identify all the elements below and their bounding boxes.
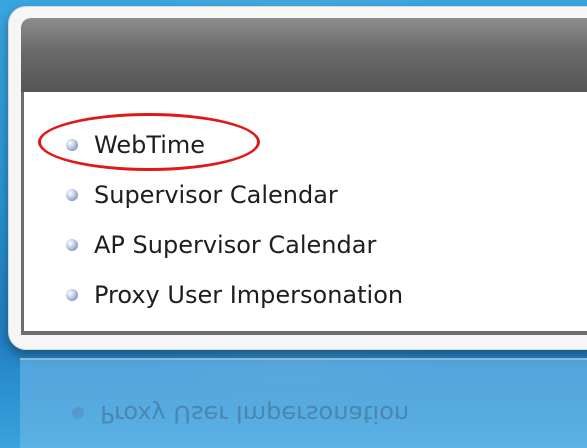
menu-list: WebTime Supervisor Calendar AP Superviso… bbox=[66, 120, 403, 320]
reflection-text: Proxy User Impersonation bbox=[72, 400, 409, 428]
bullet-icon bbox=[66, 189, 78, 201]
menu-item-ap-supervisor-calendar[interactable]: AP Supervisor Calendar bbox=[66, 220, 403, 270]
menu-item-supervisor-calendar[interactable]: Supervisor Calendar bbox=[66, 170, 403, 220]
menu-item-label: WebTime bbox=[94, 131, 206, 159]
bullet-icon bbox=[66, 139, 78, 151]
panel-header bbox=[21, 18, 587, 92]
bullet-icon bbox=[66, 239, 78, 251]
reflection-label: Proxy User Impersonation bbox=[100, 400, 410, 428]
menu-item-label: Proxy User Impersonation bbox=[94, 281, 404, 309]
menu-item-webtime[interactable]: WebTime bbox=[66, 120, 403, 170]
menu-item-proxy-user-impersonation[interactable]: Proxy User Impersonation bbox=[66, 270, 403, 320]
panel-body: WebTime Supervisor Calendar AP Superviso… bbox=[21, 92, 587, 335]
reflection-bullet-icon bbox=[72, 407, 84, 419]
panel-reflection: Proxy User Impersonation bbox=[20, 358, 587, 448]
menu-item-label: AP Supervisor Calendar bbox=[94, 231, 377, 259]
bullet-icon bbox=[66, 289, 78, 301]
menu-item-label: Supervisor Calendar bbox=[94, 181, 338, 209]
